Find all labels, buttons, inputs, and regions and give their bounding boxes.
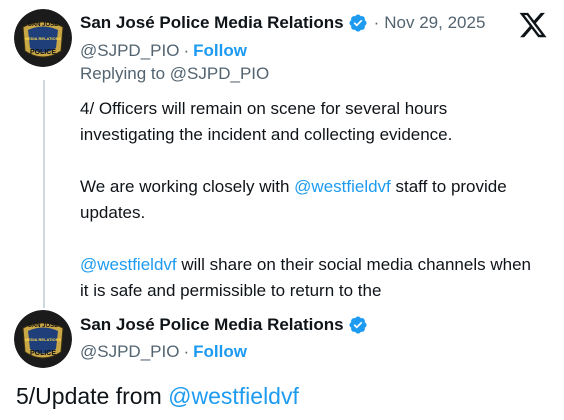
mention-link[interactable]: @westfieldvf (168, 383, 299, 409)
police-badge-icon: SAN JOSE MEDIA RELATIONS POLICE (14, 9, 72, 67)
post-text-prefix: 5/Update from (16, 383, 169, 409)
post-paragraph: We are working closely with @westfieldvf… (80, 174, 540, 226)
post-body: 4/ Officers will remain on scene for sev… (80, 96, 540, 330)
post-date[interactable]: Nov 29, 2025 (384, 13, 485, 33)
separator-dot: · (373, 13, 380, 32)
follow-button[interactable]: Follow (193, 342, 247, 362)
post-paragraph: 4/ Officers will remain on scene for sev… (80, 99, 453, 144)
handle-row: @SJPD_PIO · Follow (80, 340, 247, 364)
svg-text:SAN JOSE: SAN JOSE (28, 323, 58, 329)
mention-link[interactable]: @westfieldvf (80, 255, 177, 274)
paragraph-text: We are working closely with (80, 177, 295, 196)
replying-to[interactable]: Replying to @SJPD_PIO (80, 64, 269, 84)
post-paragraph: @westfieldvf will share on their social … (80, 252, 540, 304)
author-handle[interactable]: @SJPD_PIO (80, 342, 179, 362)
post-header: San José Police Media Relations · Nov 29… (80, 11, 485, 35)
post-header: San José Police Media Relations (80, 313, 368, 337)
mention-link[interactable]: @westfieldvf (294, 177, 391, 196)
post-text: 5/Update from @westfieldvf (16, 383, 299, 410)
avatar[interactable]: SAN JOSE MEDIA RELATIONS POLICE (14, 310, 72, 368)
verified-badge-icon[interactable] (348, 315, 368, 335)
author-name[interactable]: San José Police Media Relations (80, 315, 344, 335)
follow-button[interactable]: Follow (193, 41, 247, 61)
police-badge-icon: SAN JOSE MEDIA RELATIONS POLICE (14, 310, 72, 368)
svg-text:MEDIA RELATIONS: MEDIA RELATIONS (25, 337, 62, 342)
svg-text:MEDIA RELATIONS: MEDIA RELATIONS (25, 36, 62, 41)
avatar[interactable]: SAN JOSE MEDIA RELATIONS POLICE (14, 9, 72, 67)
svg-text:SAN JOSE: SAN JOSE (28, 22, 58, 28)
separator-dot: · (183, 41, 190, 60)
svg-text:POLICE: POLICE (30, 350, 56, 357)
author-handle[interactable]: @SJPD_PIO (80, 41, 179, 61)
svg-text:POLICE: POLICE (30, 49, 56, 56)
handle-row: @SJPD_PIO · Follow (80, 39, 247, 63)
author-name[interactable]: San José Police Media Relations (80, 13, 344, 33)
separator-dot: · (183, 342, 190, 361)
thread-connector-line (43, 80, 45, 308)
verified-badge-icon[interactable] (348, 13, 368, 33)
x-logo-icon[interactable] (518, 10, 548, 40)
